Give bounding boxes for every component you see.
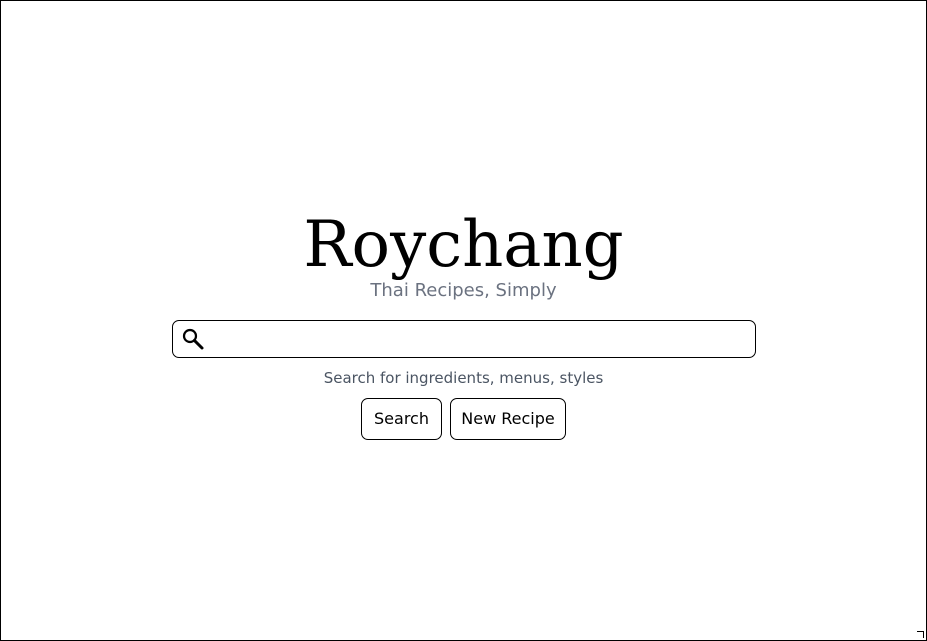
search-icon (181, 327, 205, 351)
search-box[interactable] (172, 320, 756, 358)
resize-handle-icon (917, 631, 924, 638)
tagline: Thai Recipes, Simply (370, 280, 557, 301)
app-window: Roychang Thai Recipes, Simply Search for… (0, 0, 927, 641)
search-button[interactable]: Search (361, 398, 442, 440)
brand-title: Roychang (303, 208, 624, 282)
new-recipe-button[interactable]: New Recipe (450, 398, 566, 440)
search-hint: Search for ingredients, menus, styles (323, 369, 604, 387)
search-input[interactable] (213, 325, 745, 353)
